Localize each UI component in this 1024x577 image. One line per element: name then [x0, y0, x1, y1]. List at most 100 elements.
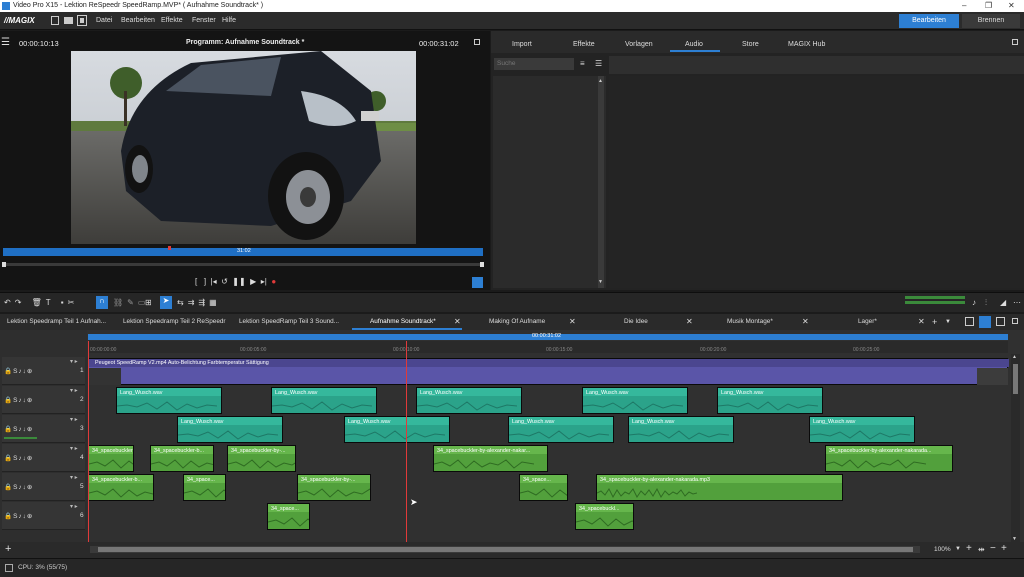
- range-bar[interactable]: [2, 262, 484, 267]
- music-clip[interactable]: 34_spacebuckler-by-alexander-nakarada.mp…: [596, 474, 843, 501]
- menu-bearbeiten[interactable]: Bearbeiten: [121, 17, 155, 24]
- tab-list-icon[interactable]: ▼: [945, 319, 951, 325]
- music-clip[interactable]: 34_space...: [267, 503, 310, 530]
- jump-start-icon[interactable]: |◂: [211, 277, 217, 286]
- track-menu-icon[interactable]: ▾ ▸: [70, 474, 78, 481]
- mark-in-icon[interactable]: [: [195, 277, 197, 286]
- close-tab-6-icon[interactable]: ✕: [686, 317, 693, 326]
- track-controls[interactable]: 🔒S♪↓⊕: [4, 367, 33, 375]
- track-menu-icon[interactable]: ▾ ▸: [70, 416, 78, 423]
- tab-effekte[interactable]: Effekte: [573, 41, 595, 48]
- vscroll-thumb[interactable]: [1013, 364, 1018, 394]
- tab-project-4[interactable]: Aufnahme Soundtrack*: [370, 318, 436, 325]
- timeline-hscroll[interactable]: [90, 546, 920, 553]
- mode-edit-button[interactable]: Bearbeiten: [899, 14, 959, 28]
- music-clip[interactable]: 34_spacebuckler-by-...: [297, 474, 371, 501]
- track-controls[interactable]: 🔒S♪↓⊕: [4, 396, 33, 404]
- search-input[interactable]: Suche: [494, 58, 574, 70]
- audio-clip[interactable]: Lang_Wusch.wav: [116, 387, 222, 414]
- hscroll-thumb[interactable]: [98, 547, 913, 552]
- audio-clip[interactable]: Lang_Wusch.wav: [416, 387, 522, 414]
- zoom-out-icon[interactable]: −: [990, 543, 996, 554]
- maximize-panel-icon[interactable]: [1012, 39, 1018, 45]
- audio-clip[interactable]: Lang_Wusch.wav: [271, 387, 377, 414]
- menu-effekte[interactable]: Effekte: [161, 17, 183, 24]
- tab-project-5[interactable]: Making Of Aufname: [489, 318, 545, 325]
- range-end-handle[interactable]: [480, 262, 484, 267]
- pen-icon[interactable]: ✎: [127, 298, 138, 307]
- maximize-timeline-icon[interactable]: [1012, 318, 1018, 324]
- time-ruler[interactable]: 00:00:00:00 00:00:05:00 00:00:10:00 00:0…: [88, 341, 1008, 353]
- menu-fenster[interactable]: Fenster: [192, 17, 216, 24]
- mode-burn-button[interactable]: Brennen: [962, 14, 1020, 28]
- range-ruler[interactable]: 00:00:31:02: [88, 333, 1008, 340]
- music-clip[interactable]: 34_spacebuckler-b...: [150, 445, 214, 472]
- magnet-snap-button[interactable]: ∩: [96, 296, 108, 309]
- music-clip[interactable]: 34_spacebuckler-b...: [88, 474, 154, 501]
- pointer-tool-button[interactable]: ➤: [160, 296, 172, 309]
- mixer-icon[interactable]: ⫶: [985, 298, 987, 308]
- list-view-icon[interactable]: ≡: [580, 59, 585, 68]
- jump-end-icon[interactable]: ▸|: [261, 277, 267, 286]
- vscroll-up-icon[interactable]: ▲: [1012, 354, 1017, 360]
- track-menu-icon[interactable]: ▾ ▸: [70, 503, 78, 510]
- menu-datei[interactable]: Datei: [96, 17, 112, 24]
- hamburger-menu-icon[interactable]: ☰: [1, 37, 10, 48]
- scene-view-icon[interactable]: [996, 317, 1005, 326]
- fit-icon[interactable]: ⊞: [145, 298, 152, 307]
- music-clip[interactable]: 34_spacebuckler-by-alexander-nakarada...: [825, 445, 953, 472]
- mode-3-icon[interactable]: ⇶: [198, 298, 209, 307]
- zoom-dropdown-icon[interactable]: ▼: [955, 546, 961, 552]
- new-file-icon[interactable]: [51, 16, 59, 25]
- delete-icon[interactable]: 🗑: [32, 298, 46, 307]
- pause-icon[interactable]: ❚❚: [232, 277, 245, 286]
- track-controls[interactable]: 🔒S♪↓⊕: [4, 454, 33, 462]
- tab-project-3[interactable]: Lektion SpeedRamp Teil 3 Sound...: [239, 318, 339, 325]
- track-controls[interactable]: 🔒S♪↓⊕: [4, 483, 33, 491]
- audio-clip[interactable]: Lang_Wusch.wav: [344, 416, 450, 443]
- marker-icon[interactable]: ▪: [61, 298, 68, 307]
- close-tab-8-icon[interactable]: ✕: [918, 317, 925, 326]
- detail-view-icon[interactable]: ☰: [595, 59, 602, 68]
- track-menu-icon[interactable]: ▾ ▸: [70, 387, 78, 394]
- storyboard-view-icon[interactable]: [965, 317, 974, 326]
- add-project-icon[interactable]: +: [932, 317, 937, 327]
- text-icon[interactable]: T: [46, 298, 55, 307]
- music-clip[interactable]: 34_spacebuckler-by-alexander-nakar...: [433, 445, 548, 472]
- audio-clip[interactable]: Lang_Wusch.wav: [177, 416, 283, 443]
- tab-project-7[interactable]: Musik Montage*: [727, 318, 773, 325]
- timeline-vscroll[interactable]: ▲ ▼: [1011, 354, 1020, 542]
- mode-4-icon[interactable]: ▦: [209, 298, 221, 307]
- volume-icon[interactable]: ◢: [1000, 298, 1006, 307]
- scroll-down-icon[interactable]: ▼: [598, 279, 603, 285]
- music-clip[interactable]: 34_spacebuckler-by-...: [227, 445, 296, 472]
- record-icon[interactable]: ●: [271, 277, 276, 286]
- tab-project-6[interactable]: Die Idee: [624, 318, 648, 325]
- tab-magix-hub[interactable]: MAGIX Hub: [788, 41, 825, 48]
- music-clip[interactable]: 34_space...: [519, 474, 568, 501]
- menu-hilfe[interactable]: Hilfe: [222, 17, 236, 24]
- toolbar-settings-icon[interactable]: ⋯: [1013, 298, 1021, 307]
- save-icon[interactable]: [77, 15, 87, 26]
- playhead[interactable]: [406, 341, 407, 542]
- mark-out-icon[interactable]: ]: [204, 277, 206, 286]
- loop-icon[interactable]: ↺: [221, 277, 228, 286]
- tab-store[interactable]: Store: [742, 41, 759, 48]
- zoom-in-icon[interactable]: +: [966, 543, 972, 554]
- audio-clip[interactable]: Lang_Wusch.wav: [717, 387, 823, 414]
- close-tab-5-icon[interactable]: ✕: [569, 317, 576, 326]
- track-controls[interactable]: 🔒S♪↓⊕: [4, 512, 33, 520]
- tab-audio[interactable]: Audio: [685, 41, 703, 48]
- music-clip[interactable]: 34_spacebuckler-b...: [88, 445, 134, 472]
- audio-settings-icon[interactable]: ♪: [972, 298, 976, 307]
- close-tab-4-icon[interactable]: ✕: [454, 317, 461, 326]
- tab-import[interactable]: Import: [512, 41, 532, 48]
- scroll-up-icon[interactable]: ▲: [598, 78, 603, 84]
- tab-project-1[interactable]: Lektion Speedramp Teil 1 Aufnah...: [7, 318, 106, 325]
- undo-icon[interactable]: ↶: [4, 298, 15, 307]
- tab-project-8[interactable]: Lager*: [858, 318, 877, 325]
- tab-project-2[interactable]: Lektion Speedramp Teil 2 ReSpeedr: [123, 318, 226, 325]
- maximize-monitor-icon[interactable]: [474, 39, 480, 45]
- zoom-level[interactable]: 100%: [934, 546, 951, 553]
- audio-clip[interactable]: Lang_Wusch.wav: [628, 416, 734, 443]
